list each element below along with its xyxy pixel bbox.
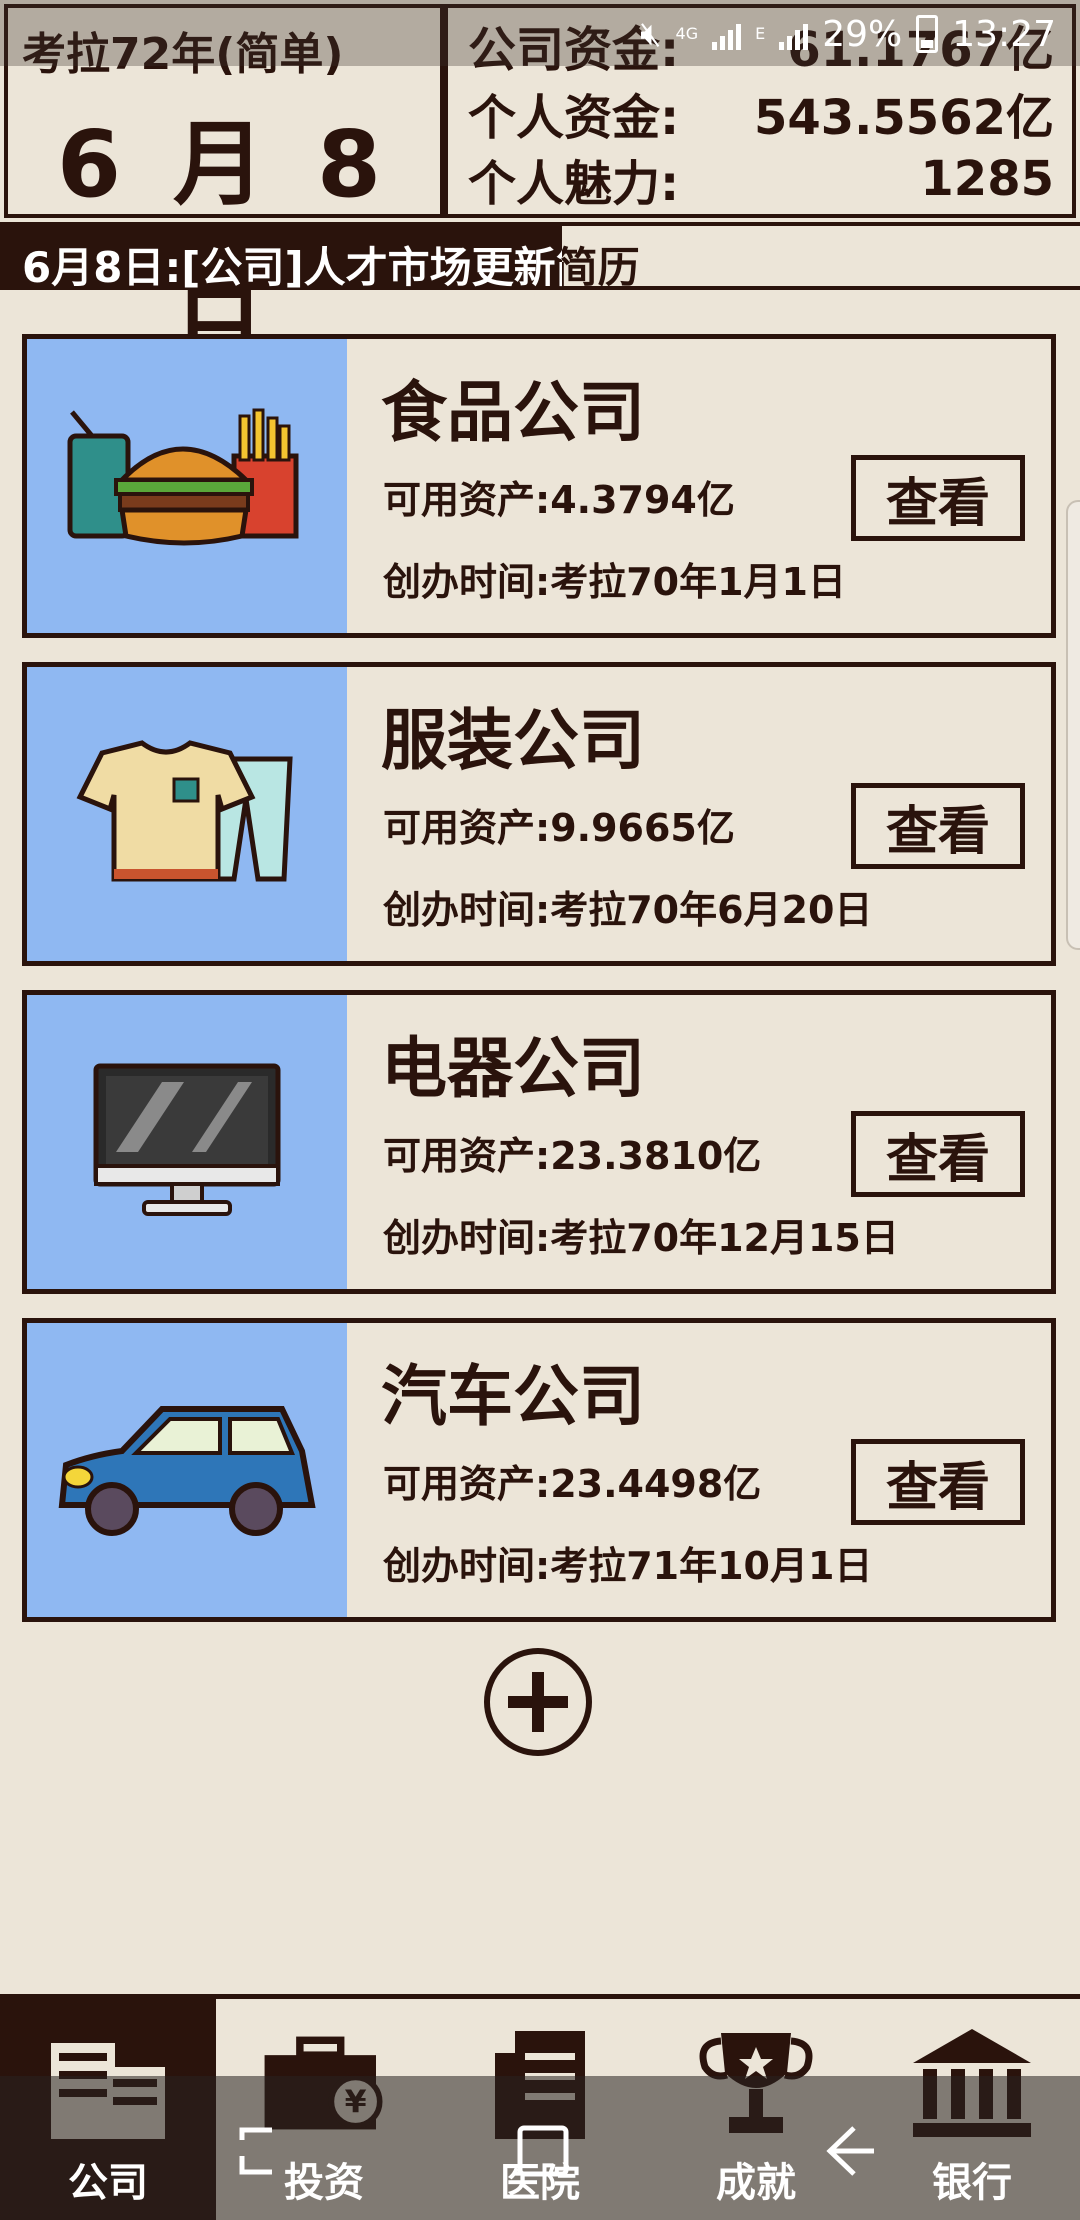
mute-icon: 🔇︎ xyxy=(640,14,662,54)
company-founded-date: 创办时间:考拉70年12月15日 xyxy=(383,1216,899,1260)
company-card-electronics: 电器公司 可用资产:23.3810亿 创办时间:考拉70年12月15日 查看 xyxy=(22,990,1056,1294)
company-founded-date: 创办时间:考拉70年6月20日 xyxy=(383,888,873,932)
news-text: 6月8日:[公司]人才市场更新简历 xyxy=(22,234,640,295)
company-assets: 可用资产:23.3810亿 xyxy=(383,1134,762,1178)
clock: 13:27 xyxy=(952,13,1056,55)
company-card-food: 食品公司 可用资产:4.3794亿 创办时间:考拉70年1月1日 查看 xyxy=(22,334,1056,638)
charm-value: 1285 xyxy=(920,151,1054,207)
view-button[interactable]: 查看 xyxy=(851,1439,1025,1525)
monitor-icon xyxy=(93,1063,281,1216)
car-icon xyxy=(58,1406,316,1536)
view-button[interactable]: 查看 xyxy=(851,455,1025,541)
nav-label-company: 公司 xyxy=(68,2160,148,2206)
company-name: 服装公司 xyxy=(381,702,645,779)
status-bar: 🔇︎ 4G E 29% 13:27 xyxy=(0,0,1080,66)
nav-label-invest: 投资 xyxy=(284,2160,364,2206)
add-company-button[interactable] xyxy=(484,1648,592,1756)
company-icon-panel xyxy=(27,339,347,633)
burger-fries-icon xyxy=(67,408,299,546)
company-name: 电器公司 xyxy=(381,1030,645,1107)
battery-percent: 29% xyxy=(822,13,903,55)
company-icon-panel xyxy=(27,1323,347,1617)
company-founded-date: 创办时间:考拉71年10月1日 xyxy=(383,1544,873,1588)
signal-icon-2 xyxy=(779,18,809,50)
company-assets: 可用资产:9.9665亿 xyxy=(383,806,735,850)
company-card-auto: 汽车公司 可用资产:23.4498亿 创办时间:考拉71年10月1日 查看 xyxy=(22,1318,1056,1622)
view-button[interactable]: 查看 xyxy=(851,783,1025,869)
company-icon-panel xyxy=(27,995,347,1289)
back-icon[interactable] xyxy=(814,2116,884,2186)
side-drawer-handle[interactable] xyxy=(1066,500,1080,950)
nav-label-hospital: 医院 xyxy=(500,2160,580,2206)
personal-funds-value: 543.5562亿 xyxy=(753,90,1054,146)
company-assets: 可用资产:23.4498亿 xyxy=(383,1462,762,1506)
company-name: 食品公司 xyxy=(381,374,645,451)
company-list: 食品公司 可用资产:4.3794亿 创办时间:考拉70年1月1日 查看 服装公司… xyxy=(22,334,1056,1646)
network-indicator-2: E xyxy=(755,24,766,43)
nav-label-bank: 银行 xyxy=(932,2160,1012,2206)
company-assets: 可用资产:4.3794亿 xyxy=(383,478,735,522)
recent-apps-icon[interactable] xyxy=(222,2116,292,2186)
personal-funds-row: 个人资金: 543.5562亿 xyxy=(468,82,1054,146)
view-button[interactable]: 查看 xyxy=(851,1111,1025,1197)
charm-label: 个人魅力: xyxy=(468,156,680,212)
signal-icon xyxy=(712,18,742,50)
tshirt-pants-icon xyxy=(76,740,293,882)
company-founded-date: 创办时间:考拉70年1月1日 xyxy=(383,560,846,604)
company-icon-panel xyxy=(27,667,347,961)
company-name: 汽车公司 xyxy=(381,1358,645,1435)
nav-label-achievements: 成就 xyxy=(716,2160,796,2206)
news-ticker: 6月8日:[公司]人才市场更新简历 xyxy=(0,222,1080,292)
charm-row: 个人魅力: 1285 xyxy=(468,148,1054,212)
network-indicator: 4G xyxy=(675,24,699,43)
personal-funds-label: 个人资金: xyxy=(468,90,680,146)
company-card-clothing: 服装公司 可用资产:9.9665亿 创办时间:考拉70年6月20日 查看 xyxy=(22,662,1056,966)
battery-icon xyxy=(916,15,939,53)
